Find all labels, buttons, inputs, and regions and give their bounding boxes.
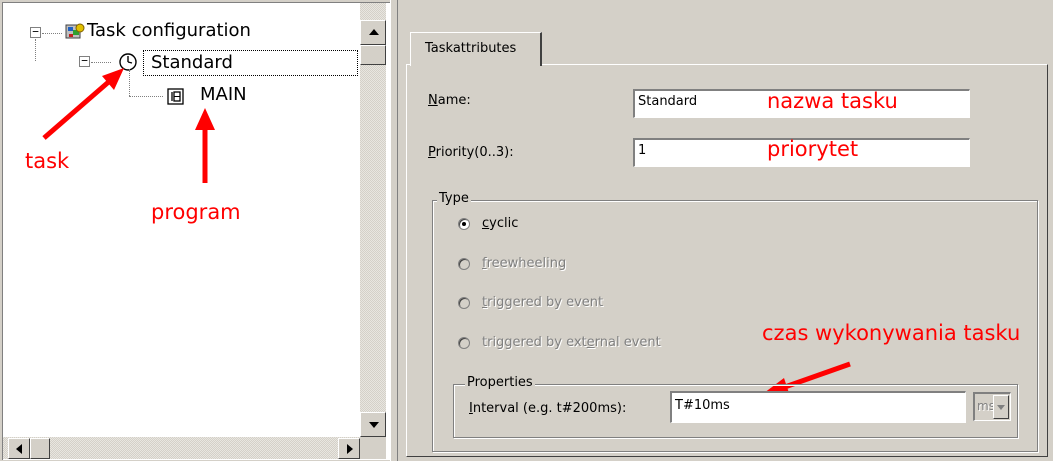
pane-splitter[interactable] — [390, 0, 398, 461]
name-label: Name: — [428, 93, 471, 108]
annotation-program: program — [151, 200, 241, 224]
priority-input-value: 1 — [638, 143, 647, 158]
tree-annotation-arrows — [42, 68, 215, 183]
type-group-title: Type — [437, 191, 471, 206]
annotation-task-name: nazwa tasku — [767, 89, 898, 113]
radio-cyclic-label[interactable]: cyclic — [482, 216, 518, 231]
annotation-priority: priorytet — [767, 137, 859, 161]
radio-freewheeling-label[interactable]: freewheeling — [482, 256, 566, 271]
radio-triggered-by-external-event-label[interactable]: triggered by external event — [482, 335, 661, 350]
interval-input[interactable]: T#10ms — [670, 391, 966, 423]
properties-group-title: Properties — [465, 375, 535, 390]
radio-triggered-by-event[interactable] — [458, 297, 470, 309]
unit-dropdown-button[interactable] — [993, 395, 1009, 419]
radio-triggered-by-event-label[interactable]: triggered by event — [482, 295, 603, 310]
name-input-value: Standard — [638, 94, 698, 109]
priority-label: Priority(0..3): — [428, 145, 514, 160]
tab-taskattributes[interactable]: Taskattributes — [410, 32, 542, 66]
annotation-exec-time: czas wykonywania tasku — [762, 321, 1021, 345]
interval-input-value: T#10ms — [675, 398, 730, 413]
interval-label: Interval (e.g. t#200ms): — [469, 401, 627, 416]
annotation-task: task — [25, 149, 70, 173]
radio-cyclic[interactable] — [458, 218, 470, 230]
radio-freewheeling[interactable] — [458, 258, 470, 270]
tab-join — [412, 64, 540, 66]
tab-label: Taskattributes — [425, 41, 517, 56]
interval-unit-select[interactable]: ms — [973, 392, 1011, 421]
radio-triggered-by-external-event[interactable] — [458, 337, 470, 349]
